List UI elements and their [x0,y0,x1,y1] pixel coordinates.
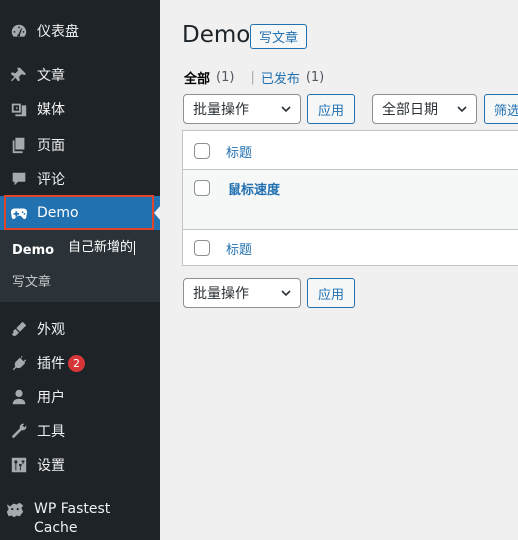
submenu-demo-all[interactable]: Demo [12,243,54,258]
apply-bulk-button[interactable]: 应用 [307,94,355,124]
annotation-note: 自己新增的 [68,236,136,255]
main-content: Demo 写文章 全部 (1) | 已发布 (1) 批量操作 应用 全部日期 筛… [160,0,518,540]
menu-pages-label: 页面 [37,138,65,154]
posts-table: 标题 鼠标速度 标题 [182,130,518,266]
text-cursor [134,240,136,255]
menu-posts[interactable]: 文章 [0,58,160,92]
menu-tools[interactable]: 工具 [0,414,160,448]
menu-users-label: 用户 [37,390,65,406]
filter-all[interactable]: 全部 [184,68,210,87]
menu-settings[interactable]: 设置 [0,448,160,482]
menu-dashboard-label: 仪表盘 [37,24,79,40]
dashboard-gauge-icon [9,21,29,41]
filter-all-count: (1) [216,70,235,85]
bulk-actions-select[interactable]: 批量操作 [183,94,301,124]
table-footer-row: 标题 [183,230,518,266]
admin-sidebar: 仪表盘 文章 媒体 页面 评论 Demo Demo 写文章 自己新增的 外观 插… [0,0,161,540]
menu-settings-label: 设置 [37,458,65,474]
menu-wp-fastest-cache[interactable]: WP Fastest Cache [0,500,160,540]
user-icon [9,387,29,407]
menu-comments[interactable]: 评论 [0,162,160,196]
menu-plugins-label: 插件 [37,356,65,372]
paintbrush-icon [9,319,29,339]
menu-media-label: 媒体 [37,102,65,118]
status-filter-links: 全部 (1) | 已发布 (1) [184,68,324,87]
filter-published[interactable]: 已发布 [261,68,300,87]
bulk-actions-value: 批量操作 [193,102,249,118]
menu-appearance-label: 外观 [37,322,65,338]
pages-icon [9,135,29,155]
menu-posts-label: 文章 [37,68,65,84]
chevron-down-icon [281,106,291,113]
annotation-text: 自己新增的 [68,240,134,255]
column-title-sort-link-footer[interactable]: 标题 [226,239,252,258]
submenu-demo-new[interactable]: 写文章 [12,271,51,290]
wrench-icon [9,421,29,441]
bottom-bulk-actions-select[interactable]: 批量操作 [183,278,301,308]
column-title-sort-link[interactable]: 标题 [226,142,252,161]
chevron-down-icon [281,290,291,297]
menu-media[interactable]: 媒体 [0,92,160,126]
comment-bubble-icon [9,169,29,189]
plugin-plug-icon [9,353,29,373]
menu-demo-label: Demo [37,205,79,221]
select-all-checkbox-footer[interactable] [194,240,210,256]
settings-sliders-icon [9,455,29,475]
post-title-link[interactable]: 鼠标速度 [228,179,280,198]
chevron-down-icon [457,106,467,113]
table-header-row: 标题 [183,131,518,169]
filter-button[interactable]: 筛选 [484,94,518,124]
menu-demo[interactable]: Demo [0,196,160,230]
media-icon [9,99,29,119]
wpfc-label-line2: Cache [34,520,78,536]
menu-dashboard[interactable]: 仪表盘 [0,14,160,48]
menu-wp-fastest-cache-label: WP Fastest Cache [34,500,110,538]
add-new-post-button[interactable]: 写文章 [250,24,308,49]
bottom-apply-button[interactable]: 应用 [307,278,355,308]
cheetah-logo-icon [5,500,25,520]
table-row: 鼠标速度 [183,170,518,229]
page-title: Demo [182,22,251,48]
row-checkbox[interactable] [194,180,210,196]
filter-published-count: (1) [305,70,325,85]
bottom-bulk-actions-value: 批量操作 [193,286,249,302]
menu-comments-label: 评论 [37,172,65,188]
date-filter-value: 全部日期 [382,102,438,118]
menu-pages[interactable]: 页面 [0,128,160,162]
gamepad-icon [9,203,29,223]
menu-users[interactable]: 用户 [0,380,160,414]
menu-tools-label: 工具 [37,424,65,440]
wpfc-label-line1: WP Fastest [34,501,111,517]
filter-separator: | [250,70,255,85]
menu-plugins[interactable]: 插件 2 [0,346,160,380]
pushpin-icon [9,65,29,85]
select-all-checkbox[interactable] [194,143,210,159]
plugins-update-badge: 2 [68,354,85,372]
menu-appearance[interactable]: 外观 [0,312,160,346]
date-filter-select[interactable]: 全部日期 [372,94,477,124]
